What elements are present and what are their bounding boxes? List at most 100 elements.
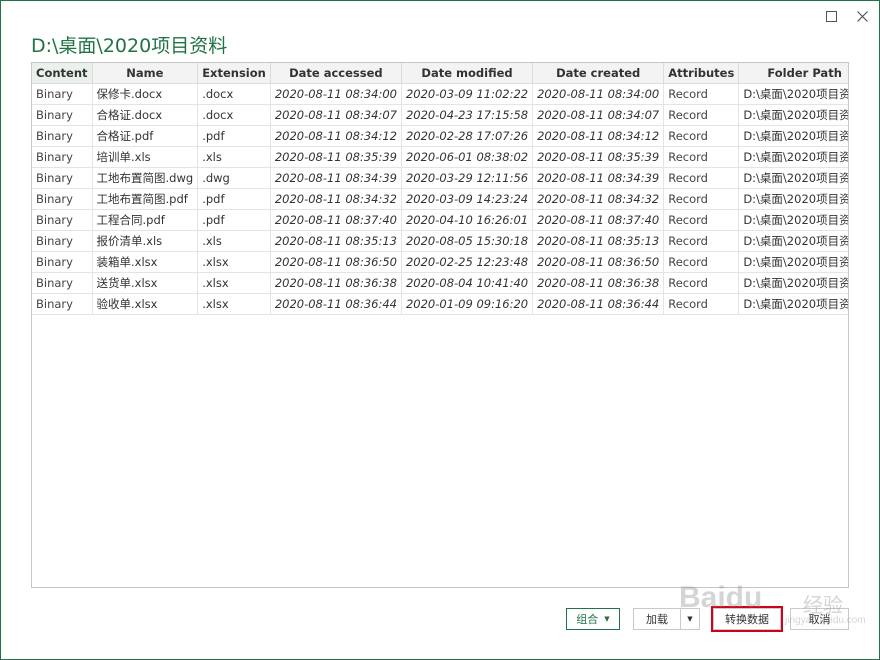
cancel-button[interactable]: 取消 (790, 608, 849, 630)
cell-date-created: 2020-08-11 08:34:07 (532, 104, 665, 126)
column-header[interactable]: Attributes (663, 63, 740, 84)
table-row[interactable]: Binary 工地布置简图.pdf .pdf 2020-08-11 08:34:32 2… (32, 188, 848, 210)
maximize-icon[interactable] (816, 3, 846, 29)
table-row[interactable]: Binary 验收单.xlsx .xlsx 2020-08-11 08:36:44 20… (32, 293, 848, 315)
cell-folder-path: D:\桌面\2020项目资料\ (738, 188, 848, 210)
cell-date-modified: 2020-02-25 12:23:48 (401, 251, 534, 273)
cell-extension: .xls (197, 230, 271, 252)
column-header[interactable]: Folder Path (738, 63, 848, 84)
cell-date-modified: 2020-03-09 14:23:24 (401, 188, 534, 210)
load-button[interactable]: 加载 (633, 608, 680, 630)
table-row[interactable]: Binary 工地布置简图.dwg .dwg 2020-08-11 08:34:39 2… (32, 167, 848, 189)
chevron-down-icon: ▼ (604, 615, 610, 623)
cell-folder-path: D:\桌面\2020项目资料\ (738, 293, 848, 315)
cell-extension: .pdf (197, 209, 271, 231)
close-icon[interactable] (847, 3, 877, 29)
column-header[interactable]: Name (92, 63, 199, 84)
cell-content[interactable]: Binary (32, 293, 93, 315)
cell-name: 工地布置简图.pdf (92, 188, 199, 210)
cell-content[interactable]: Binary (32, 188, 93, 210)
cell-date-accessed: 2020-08-11 08:35:39 (270, 146, 402, 168)
cell-content[interactable]: Binary (32, 251, 93, 273)
cell-folder-path: D:\桌面\2020项目资料\ (738, 251, 848, 273)
cell-date-modified: 2020-06-01 08:38:02 (401, 146, 534, 168)
cell-extension: .docx (197, 104, 271, 126)
cell-date-modified: 2020-08-05 15:30:18 (401, 230, 534, 252)
cell-attributes[interactable]: Record (663, 83, 740, 105)
cell-date-accessed: 2020-08-11 08:35:13 (270, 230, 402, 252)
cell-attributes[interactable]: Record (663, 272, 740, 294)
combine-dropdown-button[interactable]: 组合 ▼ (566, 608, 620, 630)
cell-extension: .xlsx (197, 293, 271, 315)
cell-date-created: 2020-08-11 08:34:32 (532, 188, 665, 210)
column-header[interactable]: Date created (532, 63, 665, 84)
cell-date-accessed: 2020-08-11 08:34:12 (270, 125, 402, 147)
cell-content[interactable]: Binary (32, 209, 93, 231)
transform-data-button[interactable]: 转换数据 (711, 606, 783, 632)
cell-content[interactable]: Binary (32, 104, 93, 126)
cell-attributes[interactable]: Record (663, 146, 740, 168)
cell-date-created: 2020-08-11 08:36:44 (532, 293, 665, 315)
cell-content[interactable]: Binary (32, 146, 93, 168)
cell-folder-path: D:\桌面\2020项目资料\ (738, 272, 848, 294)
cell-attributes[interactable]: Record (663, 293, 740, 315)
cell-name: 工地布置简图.dwg (92, 167, 199, 189)
cell-name: 合格证.pdf (92, 125, 199, 147)
file-preview-grid[interactable]: Content Name Extension Date accessed Date mo… (31, 62, 849, 588)
folder-title: D:\桌面\2020项目资料 (31, 35, 228, 57)
cell-attributes[interactable]: Record (663, 125, 740, 147)
table-row[interactable]: Binary 培训单.xls .xls 2020-08-11 08:35:39 2020… (32, 146, 848, 168)
cell-content[interactable]: Binary (32, 83, 93, 105)
cell-date-created: 2020-08-11 08:35:13 (532, 230, 665, 252)
cell-date-accessed: 2020-08-11 08:34:07 (270, 104, 402, 126)
cell-date-accessed: 2020-08-11 08:36:50 (270, 251, 402, 273)
table-row[interactable]: Binary 保修卡.docx .docx 2020-08-11 08:34:00 20… (32, 83, 848, 105)
table-row[interactable]: Binary 报价清单.xls .xls 2020-08-11 08:35:13 202… (32, 230, 848, 252)
cell-extension: .pdf (197, 188, 271, 210)
navigator-dialog: D:\桌面\2020项目资料 Content Name Extension Date … (0, 0, 880, 660)
cell-attributes[interactable]: Record (663, 209, 740, 231)
cell-date-modified: 2020-01-09 09:16:20 (401, 293, 534, 315)
column-header[interactable]: Date accessed (270, 63, 402, 84)
cell-date-created: 2020-08-11 08:34:00 (532, 83, 665, 105)
table-row[interactable]: Binary 合格证.pdf .pdf 2020-08-11 08:34:12 2020… (32, 125, 848, 147)
combine-label: 组合 (576, 613, 599, 626)
cell-folder-path: D:\桌面\2020项目资料\ (738, 230, 848, 252)
file-table: Content Name Extension Date accessed Date mo… (32, 63, 848, 315)
cell-extension: .xls (197, 146, 271, 168)
table-row[interactable]: Binary 装箱单.xlsx .xlsx 2020-08-11 08:36:50 20… (32, 251, 848, 273)
cell-attributes[interactable]: Record (663, 230, 740, 252)
cell-date-created: 2020-08-11 08:37:40 (532, 209, 665, 231)
cell-date-accessed: 2020-08-11 08:37:40 (270, 209, 402, 231)
table-row[interactable]: Binary 送货单.xlsx .xlsx 2020-08-11 08:36:38 20… (32, 272, 848, 294)
cell-date-created: 2020-08-11 08:36:50 (532, 251, 665, 273)
cell-content[interactable]: Binary (32, 167, 93, 189)
cell-extension: .xlsx (197, 251, 271, 273)
cell-date-modified: 2020-03-29 12:11:56 (401, 167, 534, 189)
column-header[interactable]: Date modified (401, 63, 534, 84)
cell-attributes[interactable]: Record (663, 167, 740, 189)
cell-folder-path: D:\桌面\2020项目资料\ (738, 167, 848, 189)
chevron-down-icon: ▼ (687, 615, 693, 623)
cell-name: 送货单.xlsx (92, 272, 199, 294)
table-row[interactable]: Binary 工程合同.pdf .pdf 2020-08-11 08:37:40 202… (32, 209, 848, 231)
cell-attributes[interactable]: Record (663, 104, 740, 126)
load-dropdown-button[interactable]: ▼ (680, 608, 700, 630)
cell-name: 报价清单.xls (92, 230, 199, 252)
cell-content[interactable]: Binary (32, 230, 93, 252)
cell-attributes[interactable]: Record (663, 188, 740, 210)
cell-folder-path: D:\桌面\2020项目资料\ (738, 104, 848, 126)
cell-content[interactable]: Binary (32, 272, 93, 294)
cell-name: 工程合同.pdf (92, 209, 199, 231)
cell-attributes[interactable]: Record (663, 251, 740, 273)
column-header[interactable]: Extension (197, 63, 271, 84)
cell-name: 保修卡.docx (92, 83, 199, 105)
cell-content[interactable]: Binary (32, 125, 93, 147)
cell-date-accessed: 2020-08-11 08:34:32 (270, 188, 402, 210)
table-row[interactable]: Binary 合格证.docx .docx 2020-08-11 08:34:07 20… (32, 104, 848, 126)
cell-name: 培训单.xls (92, 146, 199, 168)
cell-date-modified: 2020-03-09 11:02:22 (401, 83, 534, 105)
column-header[interactable]: Content (32, 63, 93, 84)
cell-folder-path: D:\桌面\2020项目资料\ (738, 83, 848, 105)
cell-date-modified: 2020-04-23 17:15:58 (401, 104, 534, 126)
